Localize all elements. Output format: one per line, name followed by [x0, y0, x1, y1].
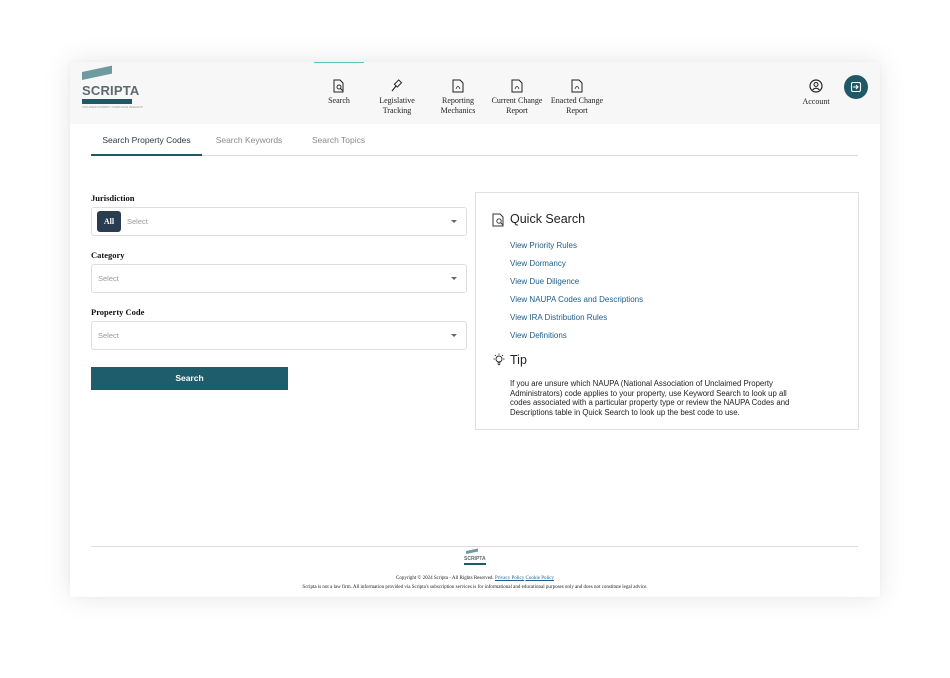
- nav-search-label: Search: [328, 96, 350, 105]
- pdf-document-icon: [571, 79, 583, 93]
- nav-current-change-report[interactable]: Current Change Report: [488, 62, 546, 124]
- nav-legislative-label: Legislative Tracking: [379, 96, 415, 115]
- copyright-text: Copyright © 2024 Scripta - All Rights Re…: [396, 576, 494, 581]
- tab-search-property-codes[interactable]: Search Property Codes: [91, 124, 202, 156]
- nav-reporting-mechanics[interactable]: Reporting Mechanics: [430, 62, 486, 124]
- quick-search-title: Quick Search: [510, 212, 586, 226]
- scripta-logo[interactable]: SCRIPTA UNCLAIMED PROPERTY COMPLIANCE RE…: [82, 65, 143, 112]
- gavel-icon: [391, 79, 403, 92]
- category-select[interactable]: Select: [91, 264, 467, 293]
- logout-button[interactable]: [844, 75, 868, 99]
- footer-logo-wordmark: SCRIPTA: [464, 556, 486, 562]
- link-view-ira-distribution-rules[interactable]: View IRA Distribution Rules: [510, 313, 607, 322]
- nav-enacted-label: Enacted Change Report: [550, 96, 604, 115]
- link-view-priority-rules[interactable]: View Priority Rules: [510, 241, 577, 250]
- nav-enacted-change-report[interactable]: Enacted Change Report: [548, 62, 606, 124]
- property-code-placeholder: Select: [98, 331, 119, 340]
- tip-text: If you are unsure which NAUPA (National …: [510, 379, 790, 417]
- chevron-down-icon: [451, 220, 457, 223]
- tab-search-topics[interactable]: Search Topics: [301, 124, 376, 156]
- top-header: SCRIPTA UNCLAIMED PROPERTY COMPLIANCE RE…: [70, 62, 880, 124]
- all-jurisdictions-badge[interactable]: All: [97, 211, 121, 232]
- footer-divider: [91, 546, 858, 547]
- logo-wordmark: SCRIPTA: [82, 83, 140, 98]
- search-document-icon: [333, 79, 344, 93]
- user-circle-icon: [809, 79, 823, 93]
- nav-search[interactable]: Search: [314, 62, 364, 124]
- link-view-due-diligence[interactable]: View Due Diligence: [510, 277, 579, 286]
- account-menu[interactable]: Account: [796, 62, 836, 124]
- tab-search-keywords[interactable]: Search Keywords: [209, 124, 289, 156]
- footer-disclaimer: Scripta is not a law firm. All informati…: [302, 585, 648, 590]
- footer-copyright: Copyright © 2024 Scripta - All Rights Re…: [70, 576, 880, 581]
- app-window: SCRIPTA UNCLAIMED PROPERTY COMPLIANCE RE…: [70, 62, 880, 597]
- nav-current-label: Current Change Report: [491, 96, 543, 115]
- link-view-naupa-codes[interactable]: View NAUPA Codes and Descriptions: [510, 295, 643, 304]
- chevron-down-icon: [451, 277, 457, 280]
- jurisdiction-label: Jurisdiction: [91, 193, 135, 203]
- search-button[interactable]: Search: [91, 367, 288, 390]
- account-label: Account: [802, 97, 830, 106]
- search-tabs: Search Property Codes Search Keywords Se…: [91, 124, 858, 156]
- category-label: Category: [91, 250, 125, 260]
- privacy-policy-link[interactable]: Privacy Policy: [495, 576, 524, 581]
- cookie-policy-link[interactable]: Cookie Policy: [526, 576, 554, 581]
- logout-icon: [850, 81, 862, 93]
- jurisdiction-placeholder: Select: [127, 217, 148, 226]
- link-view-definitions[interactable]: View Definitions: [510, 331, 567, 340]
- jurisdiction-select[interactable]: All Select: [91, 207, 467, 236]
- lightbulb-icon: [493, 353, 505, 366]
- chevron-down-icon: [451, 334, 457, 337]
- nav-reporting-label: Reporting Mechanics: [440, 96, 476, 115]
- quick-search-panel: Quick Search View Priority Rules View Do…: [475, 192, 859, 430]
- pdf-document-icon: [511, 79, 523, 93]
- footer-logo: SCRIPTA: [464, 548, 486, 569]
- logo-tagline: UNCLAIMED PROPERTY COMPLIANCE RESEARCH: [82, 106, 143, 109]
- pdf-document-icon: [452, 79, 464, 93]
- nav-legislative-tracking[interactable]: Legislative Tracking: [366, 62, 428, 124]
- search-document-icon: [492, 213, 504, 227]
- property-code-select[interactable]: Select: [91, 321, 467, 350]
- link-view-dormancy[interactable]: View Dormancy: [510, 259, 566, 268]
- category-placeholder: Select: [98, 274, 119, 283]
- tip-title: Tip: [510, 353, 527, 367]
- property-code-label: Property Code: [91, 307, 145, 317]
